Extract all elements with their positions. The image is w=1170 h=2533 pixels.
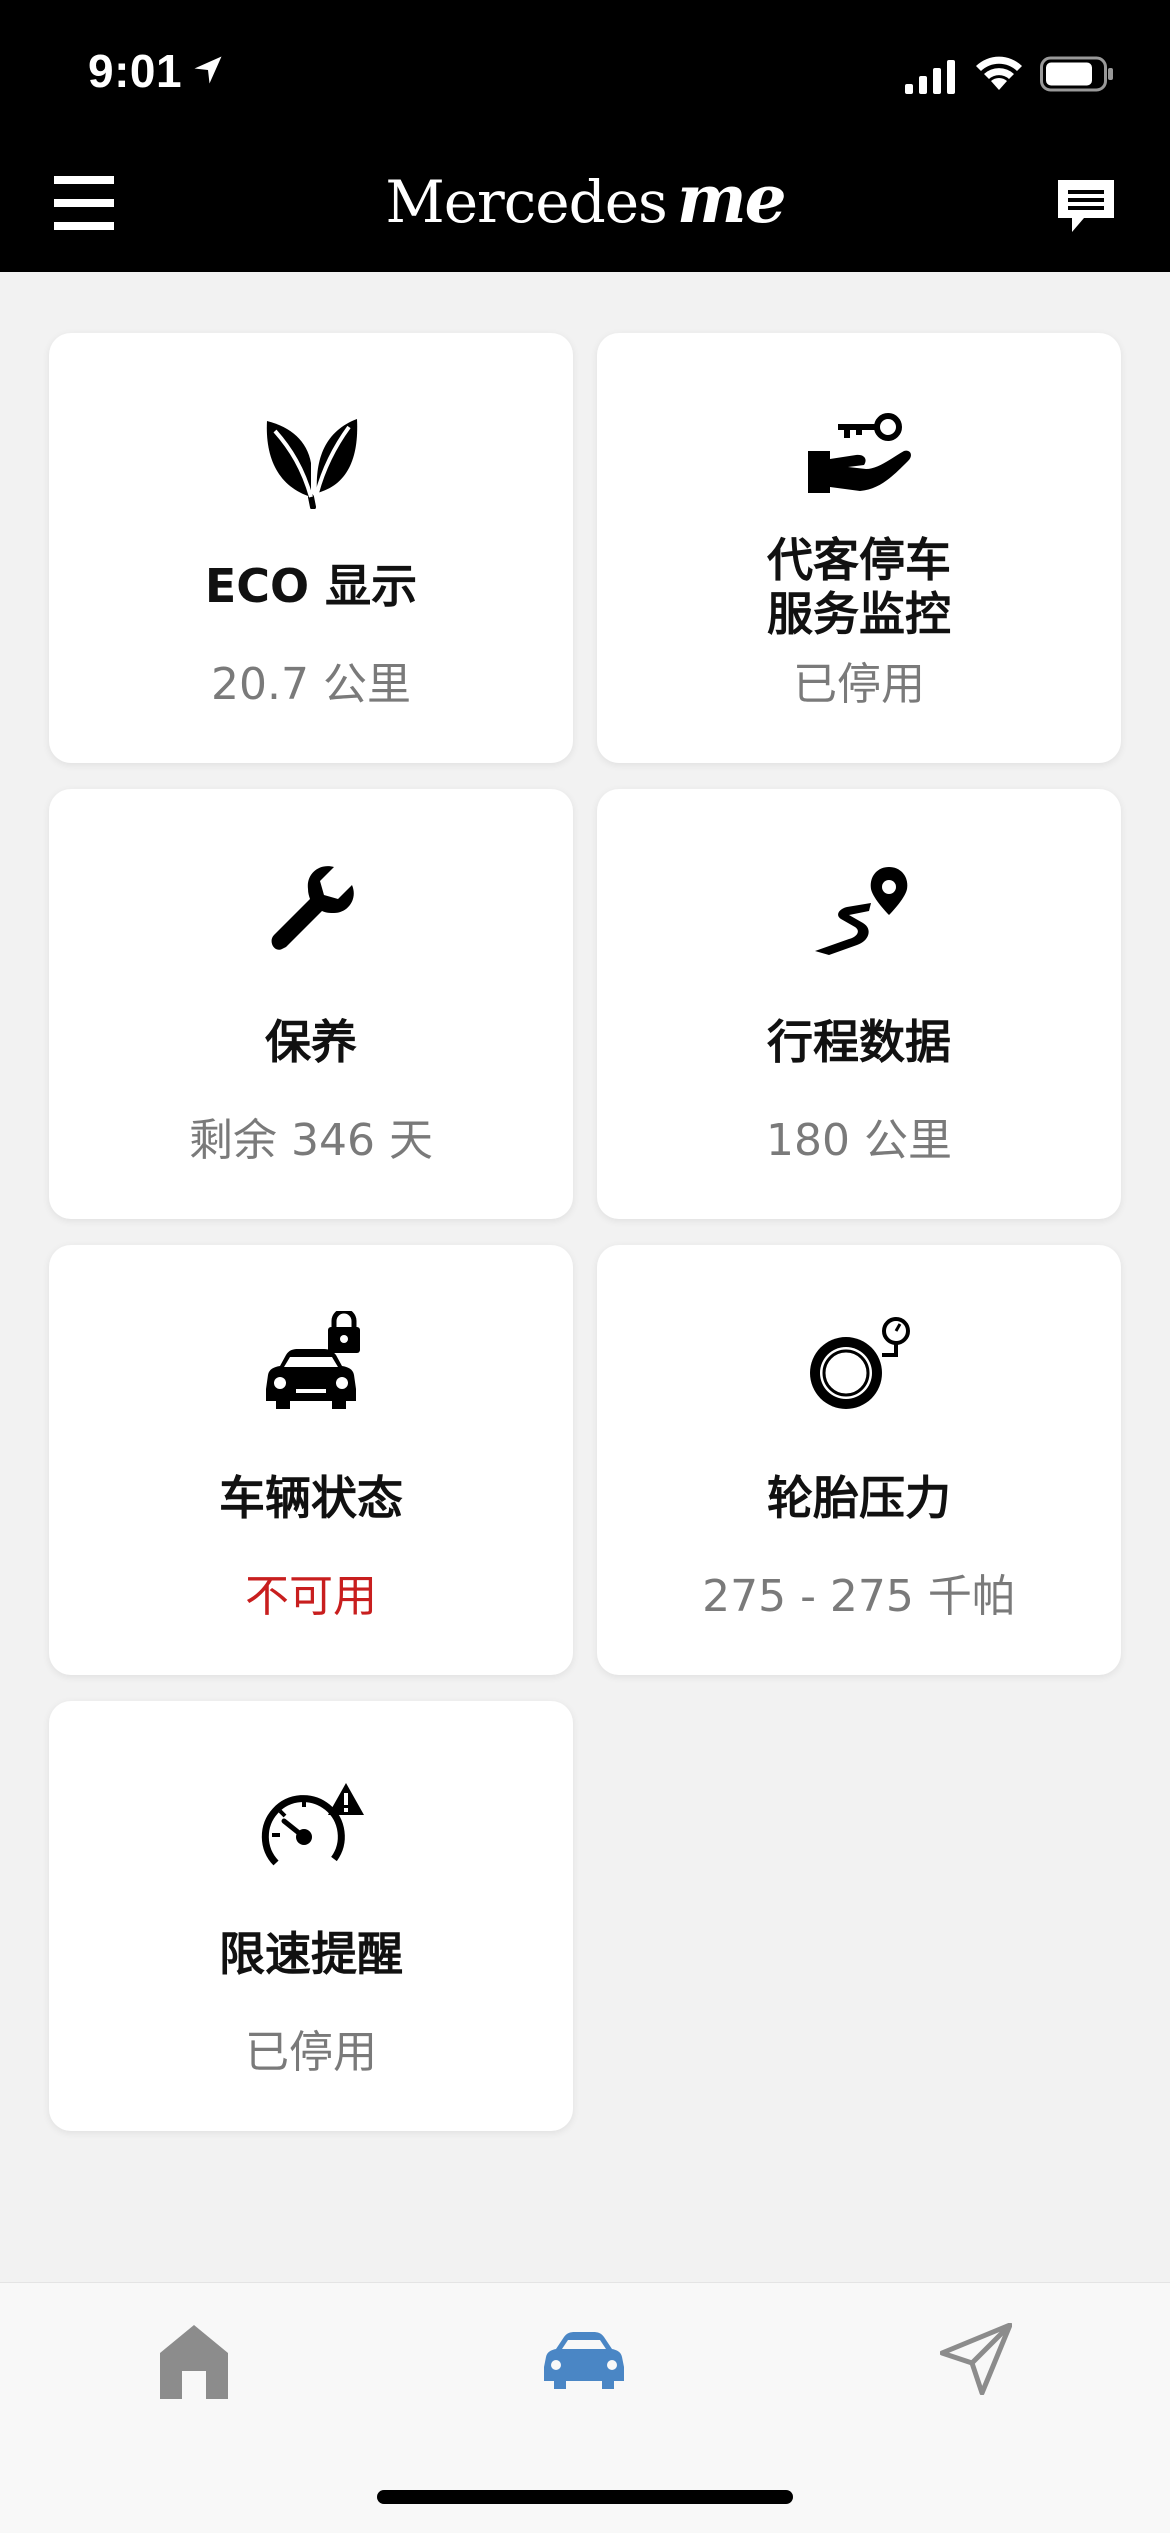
maintenance-card[interactable]: 保养 剩余 346 天 (49, 789, 573, 1219)
card-value: 不可用 (245, 1571, 377, 1622)
card-title: 保养 (265, 1015, 357, 1069)
speed-limit-card[interactable]: 限速提醒 已停用 (49, 1701, 573, 2131)
tire-gauge-icon (810, 1317, 910, 1409)
route-pin-icon (815, 867, 908, 955)
status-time: 9:01 (88, 45, 183, 97)
brand-me-mark: me (676, 160, 787, 238)
cellular-signal-icon (905, 60, 955, 94)
app-logo: Mercedes me (0, 160, 1170, 250)
trip-data-card[interactable]: 行程数据 180 公里 (597, 789, 1121, 1219)
card-title: 轮胎压力 (767, 1471, 951, 1525)
top-bar: 9:01 Mercedes me (0, 0, 1170, 272)
card-title: 行程数据 (767, 1015, 951, 1069)
wifi-icon (976, 56, 1022, 90)
navigation-icon[interactable] (940, 2323, 1012, 2395)
card-value: 已停用 (245, 2027, 377, 2078)
card-title: 车辆状态 (219, 1471, 403, 1525)
leaf-icon (266, 419, 358, 509)
card-value: 已停用 (793, 659, 925, 710)
vehicle-status-card[interactable]: 车辆状态 不可用 (49, 1245, 573, 1675)
valet-parking-card[interactable]: 代客停车 服务监控 已停用 (597, 333, 1121, 763)
card-value: 剩余 346 天 (189, 1115, 433, 1166)
location-arrow-icon (194, 56, 222, 84)
card-value: 275 - 275 千帕 (702, 1571, 1016, 1622)
message-icon[interactable] (1054, 176, 1118, 236)
car-tab-icon[interactable] (540, 2327, 628, 2391)
card-title: 代客停车 服务监控 (597, 533, 1121, 641)
card-title: 限速提醒 (219, 1927, 403, 1981)
brand-wordmark: Mercedes (385, 168, 667, 236)
card-title-line-2: 服务监控 (767, 587, 951, 641)
battery-icon (1040, 56, 1113, 92)
home-indicator (377, 2490, 793, 2504)
valet-key-icon (808, 413, 911, 493)
card-value: 20.7 公里 (211, 659, 411, 710)
card-value: 180 公里 (766, 1115, 952, 1166)
eco-display-card[interactable]: ECO 显示 20.7 公里 (49, 333, 573, 763)
home-icon[interactable] (160, 2323, 228, 2399)
card-title: ECO 显示 (204, 559, 418, 613)
speedometer-warning-icon (261, 1783, 364, 1866)
car-lock-icon (266, 1311, 360, 1409)
tire-pressure-card[interactable]: 轮胎压力 275 - 275 千帕 (597, 1245, 1121, 1675)
wrench-icon (271, 866, 354, 950)
card-title-line-1: 代客停车 (767, 533, 951, 587)
